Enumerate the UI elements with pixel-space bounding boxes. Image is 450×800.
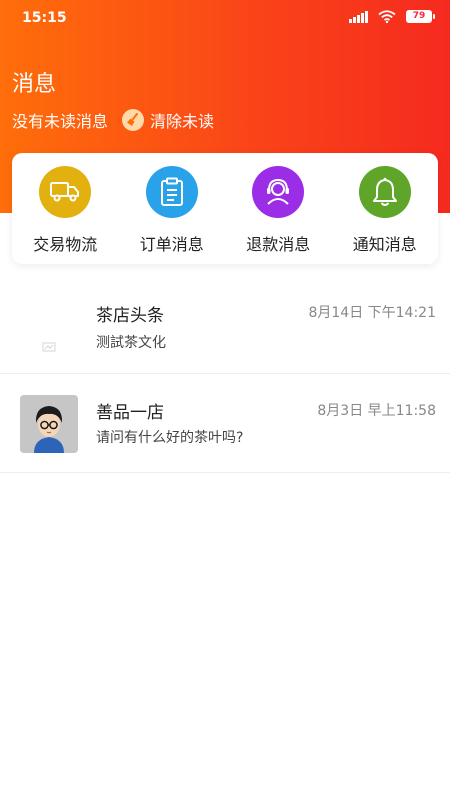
broom-icon [122,109,145,131]
battery-icon: 79 [406,10,435,23]
message-sender: 茶店头条 [96,306,164,326]
clear-unread-label: 清除未读 [150,112,215,131]
status-time: 15:15 [22,10,67,26]
quick-entry-card: 交易物流 订单消息 退款消息 通知消息 [12,153,438,264]
clear-unread-button[interactable]: 清除未读 [122,108,214,132]
broken-image-icon [20,297,78,355]
list-item[interactable]: 善品一店 8月3日 早上11:58 请问有什么好的茶叶吗? [0,374,450,473]
wifi-icon [378,10,396,23]
no-unread-text: 没有未读消息 [12,112,109,131]
signal-icon [349,10,368,23]
customer-service-icon [252,166,305,218]
message-preview: 请问有什么好的茶叶吗? [96,430,244,446]
entry-orders[interactable]: 订单消息 [122,166,222,255]
truck-icon [39,166,92,218]
page-title: 消息 [12,72,57,97]
entry-label: 退款消息 [246,235,311,254]
entry-notifications[interactable]: 通知消息 [335,166,435,255]
header-subline: 没有未读消息 清除未读 [12,108,214,132]
entry-label: 交易物流 [33,235,98,254]
status-icons: 79 [349,10,435,23]
entry-refunds[interactable]: 退款消息 [228,166,328,255]
bell-icon [358,166,411,218]
entry-label: 订单消息 [139,235,204,254]
clipboard-icon [145,166,198,218]
list-item[interactable]: 茶店头条 8月14日 下午14:21 测試茶文化 [0,276,450,374]
message-time: 8月3日 早上11:58 [317,403,436,419]
message-list: 茶店头条 8月14日 下午14:21 测試茶文化 善品一店 8月3日 早上11:… [0,276,450,473]
entry-label: 通知消息 [352,235,417,254]
status-bar: 15:15 79 [0,0,450,36]
message-preview: 测試茶文化 [96,335,166,351]
avatar [20,395,78,453]
message-sender: 善品一店 [96,403,164,423]
message-time: 8月14日 下午14:21 [308,305,436,321]
entry-logistics[interactable]: 交易物流 [15,166,115,255]
